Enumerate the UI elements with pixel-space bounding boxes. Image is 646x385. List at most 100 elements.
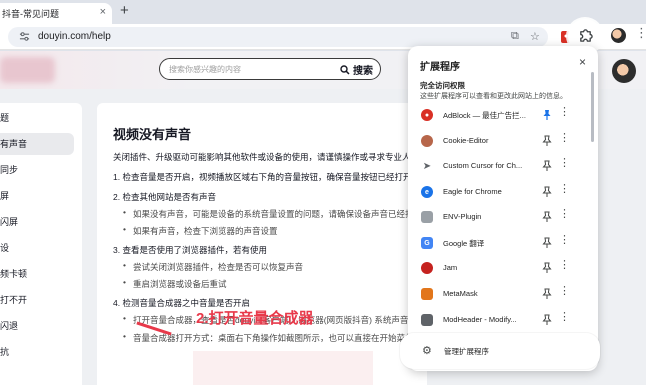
extension-row-custom-cursor[interactable]: ➤ Custom Cursor for Ch... ⋮	[408, 154, 598, 179]
extensions-puzzle-icon[interactable]	[578, 28, 593, 43]
tab-strip: 抖音-常见问题 × +	[0, 0, 646, 24]
extension-row-modheader[interactable]: ModHeader - Modify... ⋮	[408, 308, 598, 333]
sidebar-item[interactable]: 闪退	[0, 315, 82, 337]
bullet-dot: •	[123, 224, 126, 234]
full-access-heading: 完全访问权限	[420, 81, 465, 90]
search-input[interactable]: 搜索你感兴趣的内容 搜索	[159, 58, 381, 80]
more-options-icon[interactable]: ⋮	[559, 107, 570, 118]
more-options-icon[interactable]: ⋮	[559, 209, 570, 220]
bullet-dot: •	[123, 313, 126, 323]
eagle-icon: e	[421, 186, 433, 198]
bookmark-star-icon[interactable]: ☆	[530, 30, 540, 43]
profile-avatar[interactable]	[611, 28, 626, 43]
pin-icon[interactable]	[541, 262, 553, 274]
pin-filled-icon[interactable]	[541, 109, 553, 121]
extension-name: ModHeader - Modify...	[443, 315, 517, 324]
more-options-icon[interactable]: ⋮	[559, 133, 570, 144]
search-button[interactable]: 搜索	[340, 62, 373, 77]
search-button-label: 搜索	[353, 66, 373, 77]
extension-row-metamask[interactable]: MetaMask ⋮	[408, 282, 598, 307]
env-plugin-icon	[421, 211, 433, 223]
pin-icon[interactable]	[541, 186, 553, 198]
pin-icon[interactable]	[541, 160, 553, 172]
bullet-dot: •	[123, 260, 126, 270]
more-options-icon[interactable]: ⋮	[559, 286, 570, 297]
article-step-2: 2. 检查其他网站是否有声音	[113, 192, 216, 202]
full-access-description: 这些扩展程序可以查看和更改此网站上的信息。	[420, 93, 567, 100]
sidebar-item[interactable]: 闪屏	[0, 211, 82, 233]
jam-icon	[421, 262, 433, 274]
browser-menu-icon[interactable]: ⋮	[635, 26, 646, 39]
extension-name: Jam	[443, 263, 458, 272]
url-text: douyin.com/help	[38, 31, 111, 42]
extension-row-cookie-editor[interactable]: Cookie-Editor ⋮	[408, 129, 598, 154]
pin-icon[interactable]	[541, 237, 553, 249]
bullet-dot: •	[123, 207, 126, 217]
extension-name: Cookie-Editor	[443, 136, 489, 145]
bullet-dot: •	[123, 277, 126, 287]
extensions-popup: 扩展程序 × 完全访问权限 这些扩展程序可以查看和更改此网站上的信息。 ● Ad…	[408, 46, 598, 371]
tab-douyin-help[interactable]: 抖音-常见问题 ×	[0, 3, 112, 24]
article-step-2b: 如果有声音，检查下浏览器的声音设置	[133, 226, 278, 236]
popup-close-icon[interactable]: ×	[579, 55, 586, 69]
help-article: 视频没有声音 关闭插件、升级驱动可能影响其他软件或设备的使用，请谨慎操作或寻求专…	[97, 103, 427, 385]
adblock-icon: ●	[421, 109, 433, 121]
extension-name: Eagle for Chrome	[443, 187, 502, 196]
gear-icon: ⚙	[422, 345, 432, 357]
pin-icon[interactable]	[541, 135, 553, 147]
google-translate-icon: G	[421, 237, 433, 249]
extension-row-env-plugin[interactable]: ENV-Plugin ⋮	[408, 205, 598, 230]
article-intro: 关闭插件、升级驱动可能影响其他软件或设备的使用，请谨慎操作或寻求专业人士	[113, 152, 420, 162]
more-options-icon[interactable]: ⋮	[559, 158, 570, 169]
sidebar-item[interactable]: 频卡顿	[0, 263, 82, 285]
pin-icon[interactable]	[541, 211, 553, 223]
new-tab-button[interactable]: +	[120, 2, 129, 19]
extension-row-eagle[interactable]: e Eagle for Chrome ⋮	[408, 180, 598, 205]
tab-title: 抖音-常见问题	[2, 9, 59, 19]
bullet-dot: •	[123, 331, 126, 341]
article-step-3b: 重启浏览器或设备后重试	[133, 279, 227, 289]
tab-close-icon[interactable]: ×	[100, 6, 106, 18]
extension-row-jam[interactable]: Jam ⋮	[408, 256, 598, 281]
modheader-icon	[421, 314, 433, 326]
site-settings-icon[interactable]	[19, 31, 30, 42]
sidebar-item-active[interactable]: 有声音	[0, 133, 74, 155]
pin-icon[interactable]	[541, 288, 553, 300]
article-title: 视频没有声音	[113, 127, 192, 142]
extension-row-google-translate[interactable]: G Google 翻译 ⋮	[408, 231, 598, 256]
pin-icon[interactable]	[541, 314, 553, 326]
extension-name: Google 翻译	[443, 239, 485, 248]
cookie-icon	[421, 135, 433, 147]
cursor-icon: ➤	[422, 160, 432, 172]
sidebar-item[interactable]: 题	[0, 107, 82, 129]
manage-extensions-button[interactable]: ⚙ 管理扩展程序	[400, 333, 600, 369]
user-avatar[interactable]	[612, 59, 636, 83]
extension-name: Custom Cursor for Ch...	[443, 161, 523, 170]
sidebar-item[interactable]: 屏	[0, 185, 82, 207]
article-step-2a: 如果没有声音，可能是设备的系统音量设置的问题，请确保设备声音已经打开	[133, 209, 423, 219]
article-step-3: 3. 查看是否使用了浏览器插件，若有使用	[113, 245, 267, 255]
search-icon	[340, 64, 350, 75]
popup-title: 扩展程序	[420, 62, 460, 73]
metamask-icon	[421, 288, 433, 300]
sidebar-item[interactable]: 同步	[0, 159, 82, 181]
more-options-icon[interactable]: ⋮	[559, 312, 570, 323]
sidebar-item[interactable]: 抗	[0, 341, 82, 363]
open-in-app-icon[interactable]: ⧉	[511, 30, 519, 43]
help-sidebar: 题 有声音 同步 屏 闪屏 设 频卡顿 打不开 闪退 抗	[0, 103, 82, 385]
douyin-logo[interactable]	[0, 57, 55, 83]
extension-name: ENV-Plugin	[443, 212, 482, 221]
extension-row-adblock[interactable]: ● AdBlock — 最佳广告拦... ⋮	[408, 103, 598, 128]
sidebar-item[interactable]: 设	[0, 237, 82, 259]
extension-name: MetaMask	[443, 289, 478, 298]
screenshot-caption: 2.打开音量合成器	[196, 310, 314, 327]
sidebar-item[interactable]: 打不开	[0, 289, 82, 311]
more-options-icon[interactable]: ⋮	[559, 184, 570, 195]
more-options-icon[interactable]: ⋮	[559, 235, 570, 246]
article-step-3a: 尝试关闭浏览器插件，检查是否可以恢复声音	[133, 262, 304, 272]
address-bar[interactable]: douyin.com/help ⧉ ☆	[8, 27, 548, 47]
search-placeholder: 搜索你感兴趣的内容	[169, 65, 241, 74]
more-options-icon[interactable]: ⋮	[559, 260, 570, 271]
article-step-4b: 音量合成器打开方式：桌面右下角操作如截图所示，也可以直接在开始菜单搜	[133, 333, 423, 343]
extension-name: AdBlock — 最佳广告拦...	[443, 111, 526, 120]
